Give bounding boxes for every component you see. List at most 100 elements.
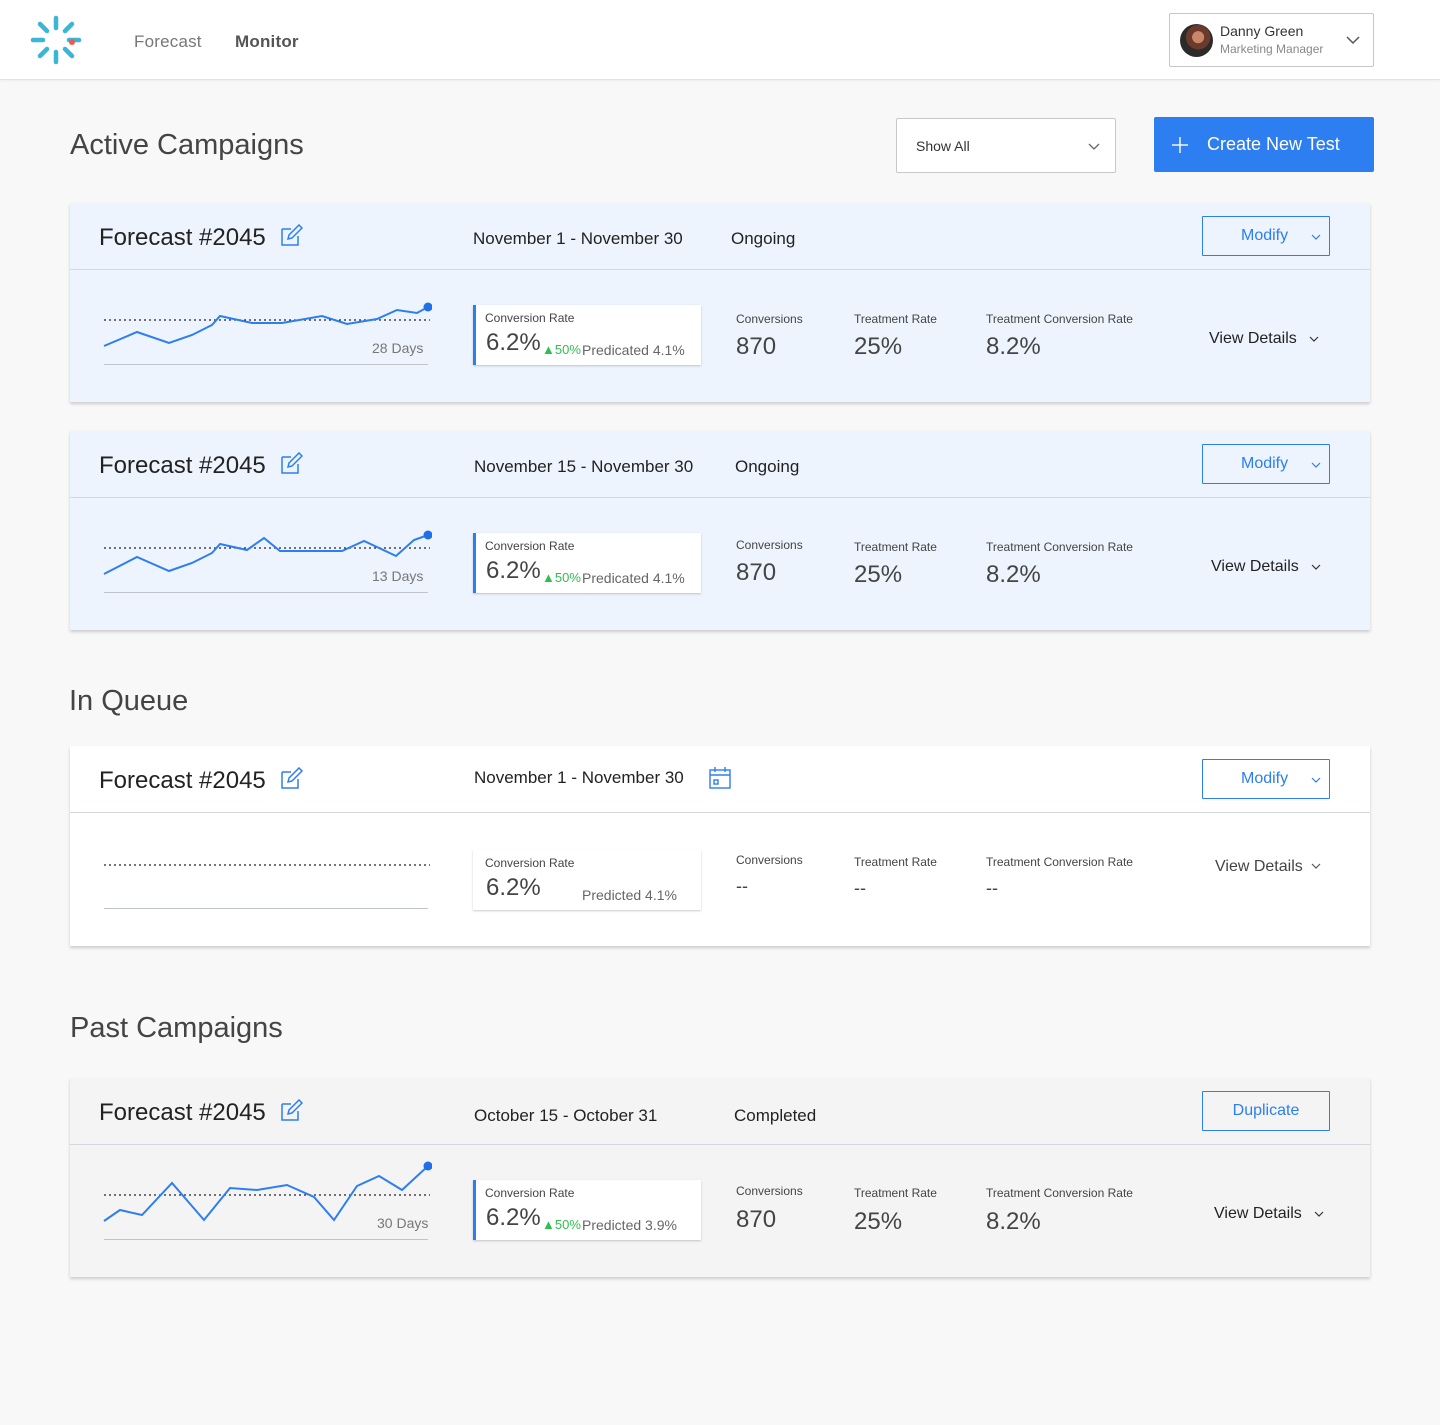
campaign-status: Completed	[734, 1106, 817, 1125]
campaign-card-header: Forecast #2045 November 1 - November 30 …	[70, 203, 1370, 270]
view-details-link[interactable]: View Details	[1211, 558, 1299, 576]
treatment-conversion-rate-label: Treatment Conversion Rate	[986, 312, 1133, 326]
campaign-card-header: Forecast #2045 November 1 - November 30 …	[70, 746, 1370, 813]
edit-icon[interactable]	[279, 767, 303, 791]
modify-label: Modify	[1241, 455, 1289, 472]
chevron-down-icon[interactable]	[1311, 861, 1321, 871]
chevron-down-icon	[1088, 143, 1100, 150]
treatment-conversion-rate-label: Treatment Conversion Rate	[986, 540, 1133, 554]
user-role: Marketing Manager	[1220, 42, 1324, 56]
modify-button[interactable]: Modify	[1202, 444, 1330, 484]
view-details-link[interactable]: View Details	[1215, 858, 1303, 876]
campaign-card: Forecast #2045 November 1 - November 30 …	[70, 203, 1370, 402]
view-details-link[interactable]: View Details	[1214, 1205, 1302, 1223]
chevron-down-icon	[1346, 36, 1360, 45]
chevron-down-icon	[1311, 462, 1321, 468]
sparkline-chart	[103, 530, 432, 575]
campaign-card: Forecast #2045 October 15 - October 31 C…	[70, 1078, 1370, 1277]
sparkline-baseline	[104, 592, 428, 593]
conversion-rate-delta: ▲50%	[542, 342, 581, 357]
conversions-label: Conversions	[736, 312, 803, 326]
predicted-rate: Predicated 4.1%	[582, 342, 685, 358]
treatment-rate-label: Treatment Rate	[854, 855, 937, 869]
create-new-test-button[interactable]: Create New Test	[1154, 117, 1374, 172]
sparkline-baseline	[104, 908, 428, 909]
campaign-title: Forecast #2045	[99, 767, 266, 794]
treatment-rate-value: 25%	[854, 561, 903, 588]
section-title-active: Active Campaigns	[70, 129, 304, 161]
nav-monitor[interactable]: Monitor	[235, 32, 299, 52]
treatment-rate-label: Treatment Rate	[854, 312, 937, 326]
duplicate-button[interactable]: Duplicate	[1202, 1091, 1330, 1131]
campaign-dates: November 1 - November 30	[473, 229, 683, 248]
sparkle-logo-icon[interactable]	[30, 15, 82, 65]
create-new-test-label: Create New Test	[1207, 134, 1340, 154]
conversions-value: --	[736, 876, 748, 896]
chevron-down-icon[interactable]	[1309, 334, 1319, 344]
nav-forecast[interactable]: Forecast	[134, 32, 202, 52]
conversion-rate-delta-value: 50%	[554, 1217, 581, 1232]
chevron-down-icon[interactable]	[1311, 562, 1321, 572]
duration-days: 30 Days	[377, 1215, 429, 1231]
conversion-rate-value: 6.2%	[486, 329, 541, 356]
campaign-status: Ongoing	[731, 229, 796, 248]
duration-days: 13 Days	[372, 568, 424, 584]
edit-icon[interactable]	[279, 452, 303, 476]
predicted-rate: Predicted 3.9%	[582, 1217, 677, 1233]
conversions-label: Conversions	[736, 853, 803, 867]
treatment-conversion-rate-label: Treatment Conversion Rate	[986, 1186, 1133, 1200]
plus-icon	[1172, 137, 1188, 153]
chevron-down-icon[interactable]	[1314, 1209, 1324, 1219]
conversion-rate-card: Conversion Rate 6.2% ▲50% Predicted 3.9%	[473, 1180, 701, 1240]
chevron-down-icon	[1311, 234, 1321, 240]
section-title-past: Past Campaigns	[70, 1012, 283, 1044]
conversion-rate-delta: ▲50%	[542, 1217, 581, 1232]
conversion-rate-card: Conversion Rate 6.2% ▲50% Predicated 4.1…	[473, 533, 701, 593]
avatar	[1180, 24, 1213, 57]
sparkline-chart	[104, 864, 430, 866]
conversion-rate-label: Conversion Rate	[485, 311, 575, 325]
treatment-conversion-rate-value: 8.2%	[986, 561, 1041, 588]
conversion-rate-label: Conversion Rate	[485, 539, 575, 553]
treatment-conversion-rate-label: Treatment Conversion Rate	[986, 855, 1133, 869]
sparkline-chart	[103, 302, 432, 347]
campaign-dates: November 1 - November 30	[474, 768, 684, 787]
modify-button[interactable]: Modify	[1202, 759, 1330, 799]
conversion-rate-value: 6.2%	[486, 1204, 541, 1231]
filter-select[interactable]: Show All	[896, 118, 1116, 173]
modify-label: Modify	[1241, 770, 1289, 787]
edit-icon[interactable]	[279, 224, 303, 248]
campaign-status: Ongoing	[735, 457, 800, 476]
treatment-rate-value: --	[854, 878, 866, 898]
campaign-dates: November 15 - November 30	[474, 457, 694, 476]
triangle-up-icon: ▲	[542, 1217, 555, 1232]
campaign-dates: October 15 - October 31	[474, 1106, 658, 1125]
campaign-card-header: Forecast #2045 November 15 - November 30…	[70, 431, 1370, 498]
sparkline-baseline	[104, 364, 428, 365]
conversion-rate-card: Conversion Rate 6.2% ▲50% Predicated 4.1…	[473, 305, 701, 365]
modify-button[interactable]: Modify	[1202, 216, 1330, 256]
treatment-rate-label: Treatment Rate	[854, 540, 937, 554]
predicted-rate: Predicated 4.1%	[582, 570, 685, 586]
campaign-card: Forecast #2045 November 15 - November 30…	[70, 431, 1370, 630]
triangle-up-icon: ▲	[542, 570, 555, 585]
sparkline-baseline	[104, 1239, 428, 1240]
edit-icon[interactable]	[279, 1099, 303, 1123]
campaign-title: Forecast #2045	[99, 224, 266, 251]
user-name: Danny Green	[1220, 23, 1304, 39]
conversion-rate-card: Conversion Rate 6.2% Predicted 4.1%	[473, 850, 701, 910]
conversion-rate-value: 6.2%	[486, 557, 541, 584]
section-title-queue: In Queue	[69, 685, 189, 717]
filter-select-value: Show All	[916, 138, 970, 154]
treatment-conversion-rate-value: 8.2%	[986, 333, 1041, 360]
treatment-conversion-rate-value: --	[986, 878, 998, 898]
conversions-label: Conversions	[736, 1184, 803, 1198]
campaign-title: Forecast #2045	[99, 452, 266, 479]
conversions-value: 870	[736, 333, 777, 360]
conversion-rate-label: Conversion Rate	[485, 856, 575, 870]
conversion-rate-delta-value: 50%	[554, 342, 581, 357]
view-details-link[interactable]: View Details	[1209, 330, 1297, 348]
user-menu[interactable]: Danny Green Marketing Manager	[1169, 13, 1374, 67]
treatment-rate-value: 25%	[854, 1208, 903, 1235]
calendar-icon[interactable]	[708, 766, 732, 790]
